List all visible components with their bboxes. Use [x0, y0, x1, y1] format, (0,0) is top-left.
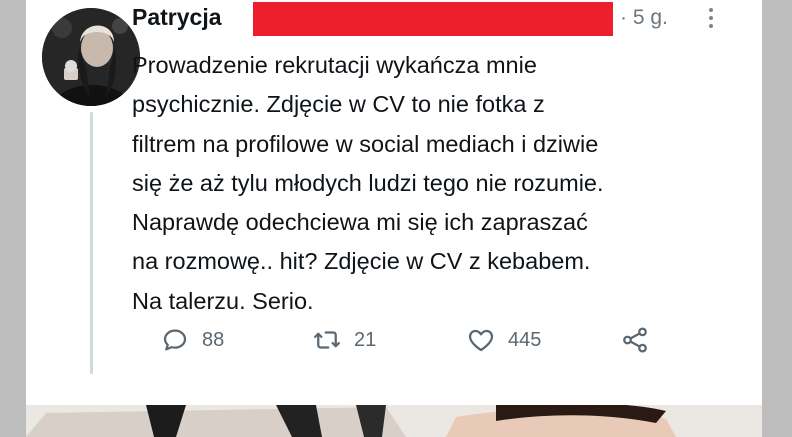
reply-button[interactable]: 88	[160, 320, 224, 360]
tweet-text-line: na rozmowę.. hit? Zdjęcie w CV z kebabem…	[132, 248, 591, 275]
tweet-actions: 88 21 445	[134, 320, 647, 360]
retweet-button[interactable]: 21	[312, 320, 376, 360]
more-options-icon[interactable]	[703, 4, 719, 32]
photo-preview	[26, 405, 762, 437]
author-name[interactable]: Patrycja	[132, 4, 222, 31]
tweet-text: Prowadzenie rekrutacji wykańcza mnie psy…	[132, 46, 732, 321]
more-dot	[709, 24, 713, 28]
tweet-text-line: się że aż tylu młodych ludzi tego nie ro…	[132, 169, 604, 196]
thread-line	[90, 112, 93, 374]
reply-icon	[163, 329, 187, 351]
heart-icon	[468, 329, 494, 352]
avatar[interactable]	[42, 8, 140, 106]
tweet-time[interactable]: · 5 g.	[620, 6, 668, 30]
tweet-text-line: Naprawdę odechciewa mi się ich zapraszać	[132, 209, 588, 236]
reply-count: 88	[202, 328, 225, 351]
tweet-text-line: Na talerzu. Serio.	[132, 287, 314, 314]
retweet-count: 21	[354, 328, 377, 351]
like-count: 445	[508, 328, 542, 351]
next-post-image-preview[interactable]	[26, 405, 762, 437]
tweet-text-line: filtrem na profilowe w social mediach i …	[132, 130, 599, 157]
more-dot	[709, 16, 713, 20]
share-button[interactable]	[620, 320, 650, 360]
more-dot	[709, 8, 713, 12]
tweet-text-line: Prowadzenie rekrutacji wykańcza mnie	[132, 52, 537, 78]
avatar-photo	[42, 8, 140, 106]
redacted-handle	[253, 2, 613, 36]
share-icon	[623, 327, 647, 353]
retweet-icon	[314, 331, 340, 349]
like-button[interactable]: 445	[466, 320, 541, 360]
tweet-text-line: psychicznie. Zdjęcie w CV to nie fotka z	[132, 91, 545, 118]
